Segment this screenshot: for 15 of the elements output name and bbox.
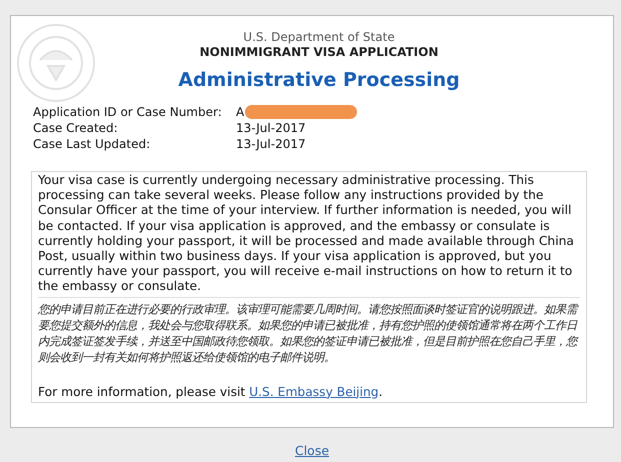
- case-value: 13-Jul-2017: [236, 121, 306, 135]
- close-link[interactable]: Close: [294, 443, 330, 458]
- more-info-text: For more information, please visit U.S. Embassy Beijing.: [38, 384, 384, 400]
- form-title: NONIMMIGRANT VISA APPLICATION: [200, 45, 438, 59]
- case-label: Application ID or Case Number:: [33, 105, 223, 119]
- chinese-message: 您的申请目前正在进行必要的行政审理。该审理可能需要几周时间。请您按照面谈时签证官的说明跟进。如果需要您提交额外的信息，我处会与您取得联系。如果您的申请已被批准，持有您护照的使领馆通常将在两个工作日内完成签证签发手续，并送至中国邮政待您领取。如果您的签证申请已被批准，但是目前护照在您自己手里，您则会收到一封有关如何将护照返还给使领馆的电子邮件说明。: [38, 300, 580, 365]
- case-label: Case Last Updated:: [33, 137, 152, 151]
- seal-icon: [15, 22, 97, 104]
- agency-name: U.S. Department of State: [243, 30, 395, 44]
- case-label: Case Created:: [33, 121, 119, 135]
- page-title: Administrative Processing: [178, 69, 460, 91]
- english-message: Your visa case is currently undergoing necessary administrative processing. This processing can take several weeks. Please follow any instructions provided by the Consular Officer at the time of your interview. If further information is needed, you will be contacted. If your visa application is approved, and the embassy or consulate is currently holding your passport, it will be processed and made available through China Post, usually within two business days. If your visa application is approved, but you currently have your passport, you will receive e-mail instructions on how to return it to the embassy or consulate.: [38, 173, 575, 295]
- case-value: 13-Jul-2017: [236, 137, 306, 151]
- case-value: A: [236, 105, 244, 119]
- embassy-link[interactable]: U.S. Embassy Beijing: [249, 384, 379, 399]
